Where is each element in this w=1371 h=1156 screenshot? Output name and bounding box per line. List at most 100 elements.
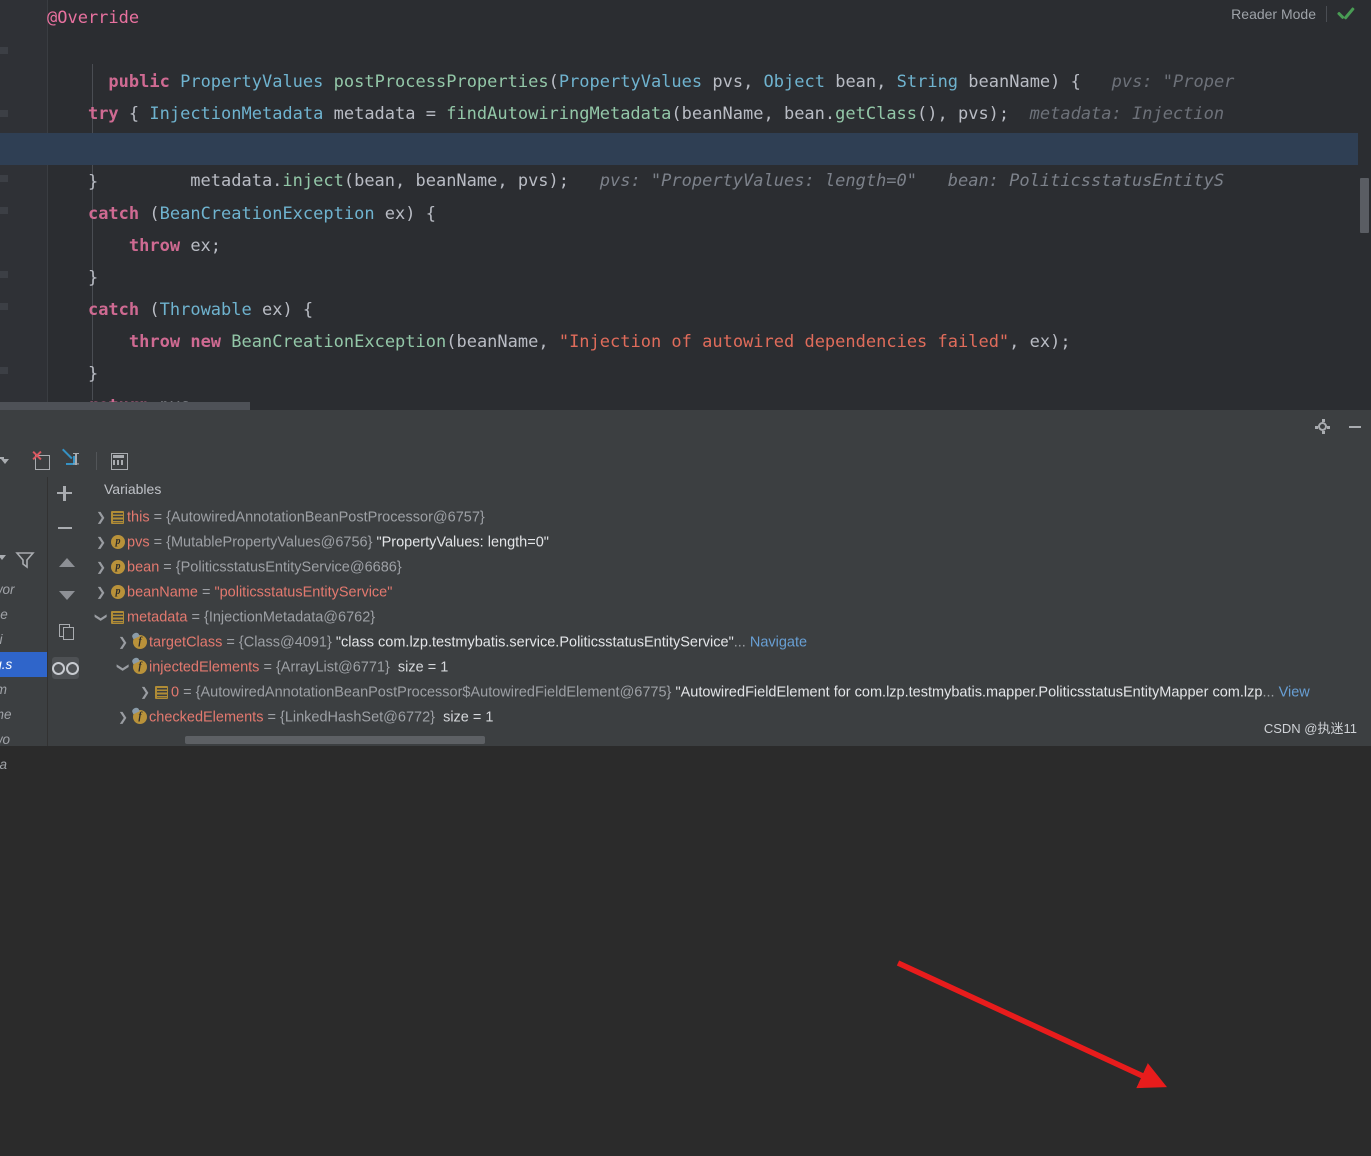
variable-name: injectedElements	[149, 659, 260, 676]
twisty-collapsed-icon[interactable]: ❯	[115, 705, 131, 730]
remove-watch-button[interactable]	[54, 515, 80, 541]
frames-panel[interactable]: ramewor dEleme nnotati or (org.s ingfram…	[0, 477, 47, 772]
param-letter: p	[111, 535, 125, 549]
watermark: CSDN @执迷11	[1263, 721, 1357, 736]
twisty-collapsed-icon[interactable]: ❯	[93, 505, 109, 530]
variables-tree[interactable]: ❯ this = {AutowiredAnnotationBeanPostProc…	[85, 505, 1371, 746]
collection-size: size = 1	[397, 659, 449, 676]
copy-icon[interactable]	[54, 619, 80, 645]
kw-try: try	[87, 104, 119, 124]
move-up-button[interactable]	[54, 549, 80, 575]
debugger-panel[interactable]: ramewor dEleme nnotati or (org.s ingfram…	[0, 410, 1371, 1089]
field-letter: f	[133, 635, 147, 649]
annotation-arrow	[896, 960, 1167, 1089]
editor-horizontal-scrollbar[interactable]	[0, 402, 250, 410]
twisty-collapsed-icon[interactable]: ❯	[115, 630, 131, 655]
twisty-collapsed-icon[interactable]: ❯	[93, 555, 109, 580]
type-injectionmetadata: InjectionMetadata	[149, 104, 324, 124]
variable-row-pvs[interactable]: ❯ p pvs = {MutablePropertyValues@6756} "Pr…	[85, 530, 1371, 555]
variable-name: bean	[127, 559, 160, 576]
partial-icon[interactable]	[0, 448, 26, 474]
variables-horizontal-scrollbar[interactable]	[185, 736, 485, 744]
debugger-toolbar[interactable]	[0, 444, 1371, 498]
inlay-hint-metadata: metadata: Injection	[1029, 104, 1225, 124]
show-options-menu-icon[interactable]	[137, 448, 163, 474]
twisty-collapsed-icon[interactable]: ❯	[93, 530, 109, 555]
frame-item[interactable]: ork bea	[0, 752, 47, 777]
method-inject: inject	[282, 171, 344, 191]
variable-row-injectedelements[interactable]: ❯ f injectedElements = {ArrayList@6771} si…	[85, 655, 1371, 680]
equals-sign: =	[259, 659, 276, 676]
run-to-cursor-icon[interactable]	[60, 448, 86, 474]
variable-value: "politicsstatusEntityService"	[214, 584, 393, 601]
type-beancreationexception: BeanCreationException	[159, 204, 375, 224]
param-icon: p	[109, 555, 127, 580]
field-icon: f	[131, 655, 149, 680]
frame-item[interactable]: ngframe	[0, 702, 47, 727]
frame-item[interactable]: ingfram	[0, 677, 47, 702]
variable-row-checkedelements[interactable]: ❯ f checkedElements = {LinkedHashSet@6772}…	[85, 705, 1371, 730]
variable-row-this[interactable]: ❯ this = {AutowiredAnnotationBeanPostProc…	[85, 505, 1371, 530]
frame-item[interactable]: dEleme	[0, 602, 47, 627]
editor-vertical-scrollbar[interactable]	[1358, 0, 1371, 410]
code-text[interactable]: @Override public PropertyValues postProc…	[47, 0, 1371, 410]
variables-side-toolbar[interactable]	[47, 477, 87, 746]
equals-sign: =	[197, 584, 215, 601]
equals-sign: =	[263, 709, 280, 726]
reader-mode-indicator[interactable]: Reader Mode	[1231, 0, 1371, 28]
twisty-collapsed-icon[interactable]: ❯	[137, 680, 153, 705]
move-down-button[interactable]	[54, 582, 80, 608]
variable-name: 0	[171, 684, 180, 701]
kw-catch-2: catch	[87, 300, 140, 320]
field-icon: f	[131, 630, 149, 655]
navigate-link[interactable]: Navigate	[750, 634, 807, 650]
code-editor[interactable]: @Override public PropertyValues postProc…	[0, 0, 1371, 410]
variable-type: {ArrayList@6771}	[275, 659, 390, 676]
tab-variables[interactable]: Variables	[104, 481, 161, 497]
chevron-down-icon[interactable]	[0, 555, 6, 560]
variables-tabbar[interactable]: Variables	[85, 477, 1371, 506]
add-watch-button[interactable]	[54, 482, 80, 508]
equals-sign: =	[159, 559, 176, 576]
frame-item[interactable]: ramewor	[0, 577, 47, 602]
equals-sign: =	[222, 634, 239, 651]
view-link[interactable]: View	[1279, 684, 1310, 700]
variable-row-bean[interactable]: ❯ p bean = {PoliticsstatusEntityService@66…	[85, 555, 1371, 580]
frames-list[interactable]: ramewor dEleme nnotati or (org.s ingfram…	[0, 577, 47, 813]
variable-row-targetclass[interactable]: ❯ f targetClass = {Class@4091} "class com.…	[85, 630, 1371, 655]
gear-icon[interactable]	[1315, 419, 1331, 435]
inlay-hint-pvs-2: pvs: "PropertyValues: length=0"	[599, 171, 918, 191]
inspect-glasses-icon[interactable]	[51, 655, 79, 681]
variable-row-index-0[interactable]: ❯ 0 = {AutowiredAnnotationBeanPostProcess…	[85, 680, 1371, 705]
variable-name: pvs	[127, 534, 150, 551]
frame-item[interactable]: nnotati	[0, 627, 47, 652]
mute-breakpoints-icon[interactable]	[30, 448, 56, 474]
frame-item[interactable]: ramewo	[0, 727, 47, 752]
kw-throw-1: throw	[128, 236, 181, 256]
value-ellipsis: ...	[733, 634, 746, 651]
equals-sign: =	[179, 684, 196, 701]
twisty-collapsed-icon[interactable]: ❯	[93, 580, 109, 605]
editor-gutter[interactable]	[0, 0, 47, 410]
type-throwable: Throwable	[159, 300, 252, 320]
variable-row-beanname[interactable]: ❯ p beanName = "politicsstatusEntityServic…	[85, 580, 1371, 605]
filter-icon[interactable]	[14, 549, 40, 575]
minimize-icon[interactable]	[1347, 419, 1363, 435]
variable-name: beanName	[127, 584, 198, 601]
param-letter: p	[111, 560, 125, 574]
toolbar-divider	[96, 451, 97, 470]
variable-row-metadata[interactable]: ❯ metadata = {InjectionMetadata@6762}	[85, 605, 1371, 630]
param-icon: p	[109, 580, 127, 605]
list-icon	[109, 605, 127, 630]
list-icon	[153, 680, 171, 705]
kw-catch-1: catch	[87, 204, 140, 224]
editor-scrollbar-thumb[interactable]	[1360, 178, 1369, 233]
check-icon[interactable]	[1337, 7, 1357, 21]
evaluate-expression-icon[interactable]	[107, 448, 133, 474]
variable-name: metadata	[127, 609, 188, 626]
variable-name: this	[127, 509, 150, 526]
variable-name: targetClass	[149, 634, 223, 651]
frame-item-selected[interactable]: or (org.s	[0, 652, 47, 677]
list-icon	[109, 505, 127, 530]
string-injection-failed: "Injection of autowired dependencies fai…	[558, 332, 1010, 352]
